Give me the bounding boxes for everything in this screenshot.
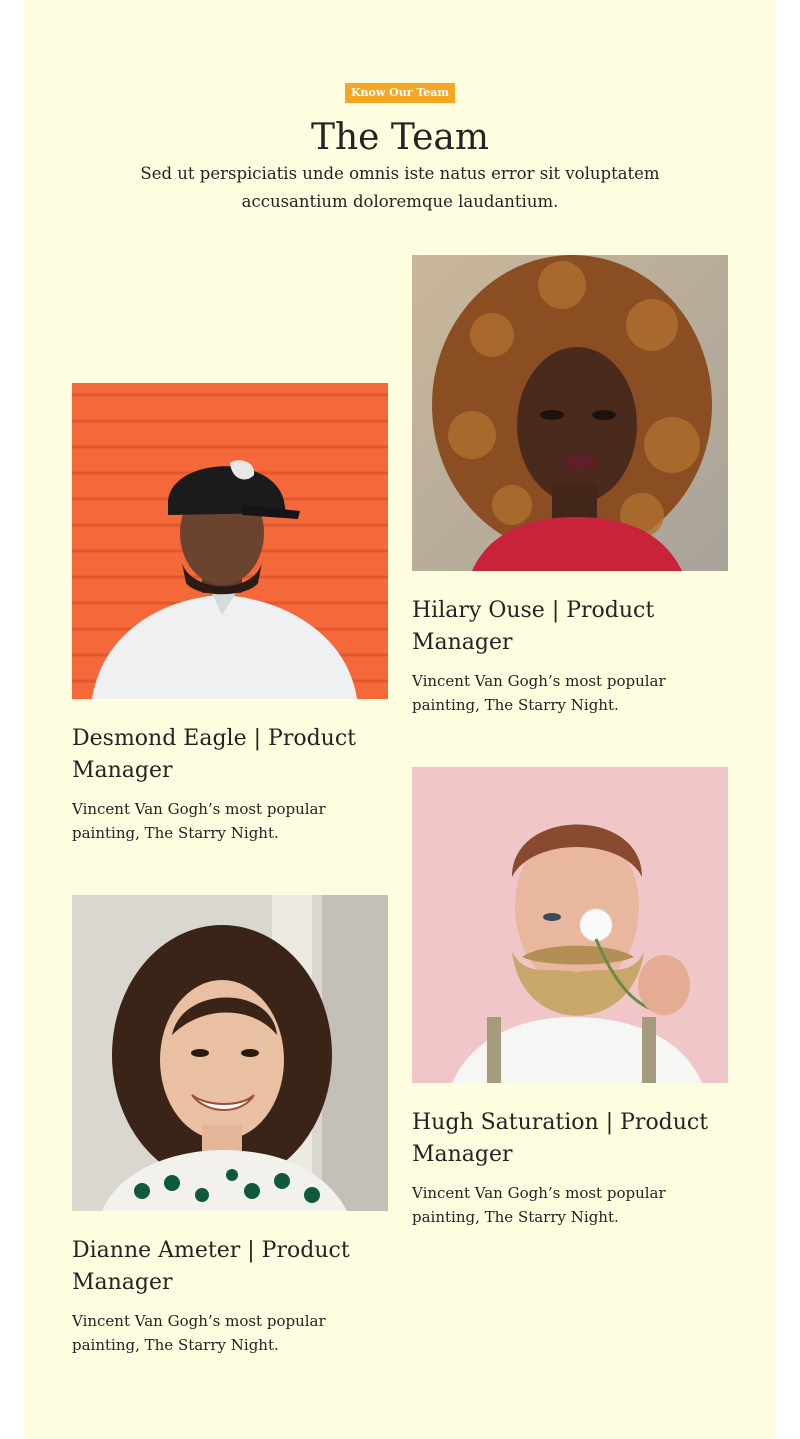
team-member-description: Vincent Van Gogh’s most popular painting… [72,1312,326,1354]
team-member-name: Desmond Eagle | Product Manager [72,726,356,783]
team-member-name: Dianne Ameter | Product Manager [72,1238,350,1295]
team-section: Know Our Team The Team Sed ut perspiciat… [24,0,776,1439]
section-title: The Team [310,117,490,158]
team-member-card: Hilary Ouse | Product Manager Vincent Va… [412,255,728,717]
team-member-photo [72,895,388,1211]
team-member-photo [412,255,728,571]
team-member-name: Hugh Saturation | Product Manager [412,1110,709,1167]
team-member-description: Vincent Van Gogh’s most popular painting… [412,1184,666,1226]
team-member-name: Hilary Ouse | Product Manager [412,598,655,655]
team-member-description: Vincent Van Gogh’s most popular painting… [412,672,666,714]
team-member-card: Desmond Eagle | Product Manager Vincent … [72,383,388,845]
team-member-card: Dianne Ameter | Product Manager Vincent … [72,895,388,1357]
team-member-description: Vincent Van Gogh’s most popular painting… [72,800,326,842]
section-badge: Know Our Team [345,83,455,103]
team-member-photo [412,767,728,1083]
team-member-photo [72,383,388,699]
section-intro: Sed ut perspiciatis unde omnis iste natu… [140,164,660,211]
team-member-card: Hugh Saturation | Product Manager Vincen… [412,767,728,1229]
